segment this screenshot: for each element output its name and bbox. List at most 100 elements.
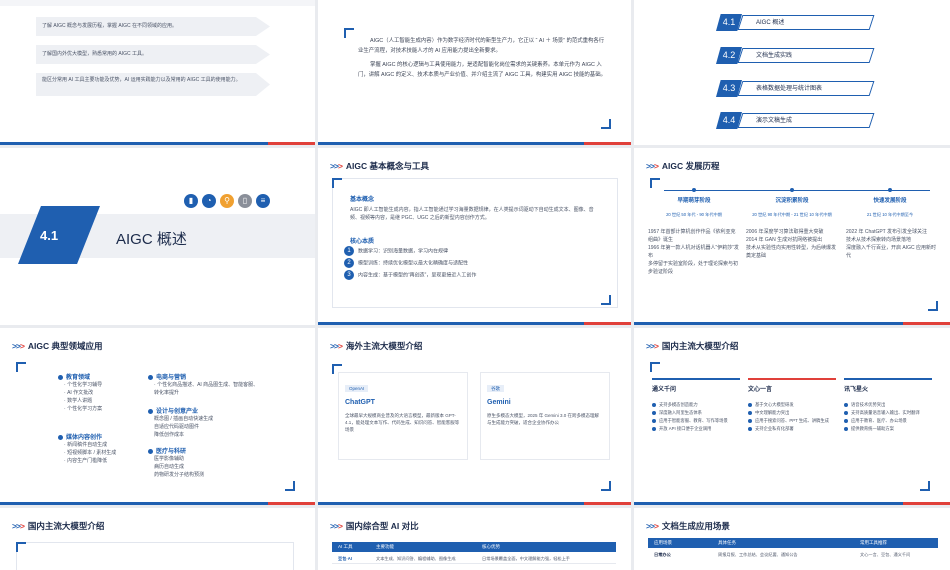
section-title: AIGC 概述	[116, 231, 187, 248]
slide-title: >>> 海外主流大模型介绍	[330, 341, 423, 351]
concept-text: AIGC 即人工智能生成内容，指人工智能通过学习海量数据规律，在人类提示词驱动下…	[350, 207, 594, 221]
footer-bars	[318, 502, 631, 505]
timeline-dot	[790, 188, 794, 192]
model-card[interactable]: 谷歌 Gemini 原生多模态大模型，2025 年 Gemini 3.0 在跨多…	[480, 372, 610, 460]
slide-title: >>> 国内主流大模型介绍	[12, 521, 105, 531]
model-card[interactable]: OpenAI ChatGPT 全球最早大规模商业普及的大语言模型，最新版本 GP…	[338, 372, 468, 460]
intro-paragraph-2: 掌握 AIGC 的核心逻辑与工具使用能力，是适配智能化岗位需求的关键素养。本单元…	[358, 62, 606, 78]
stage-name: 早期萌芽阶段	[677, 198, 711, 204]
stage-years: 21 世纪 10 年代中期至今	[866, 212, 914, 217]
toc-label: 表格数据处理与统计图表	[756, 86, 823, 92]
slide-contents[interactable]: 4.1 AIGC 概述 4.2 文档生成实践 4.3 表格数据处理与统计图表 4…	[634, 0, 950, 145]
slide-objectives[interactable]: 了解 AIGC 概念与发展历程，掌握 AIGC 在不同领域的应用。 了解国内外优…	[0, 0, 315, 145]
corner-decoration	[920, 481, 930, 491]
slide-thumbnail-grid: 了解 AIGC 概念与发展历程，掌握 AIGC 在不同领域的应用。 了解国内外优…	[0, 0, 950, 570]
stage-details: 2006 年深度学习算法取得重大突破 2014 年 GAN 生成对抗网络被提出 技术…	[746, 229, 837, 259]
table-header: AI 工具 主要功能 核心优势	[332, 542, 616, 552]
model-column: 文心一言 基于文心大模型研发 中文理解能力突出 应用于搜索问答、PPT 生成、讲稿生…	[748, 378, 836, 433]
slide-overseas-models[interactable]: >>> 海外主流大模型介绍 OpenAI ChatGPT 全球最早大规模商业普及的…	[318, 328, 631, 505]
slide-title: >>> AIGC 基本概念与工具	[330, 161, 430, 171]
core-point: 3 内容生成：基于模型的“再创造”，呈现更接近人工创作	[344, 270, 476, 280]
concept-heading: 基本概念	[350, 197, 375, 203]
model-description: 全球最早大规模商业普及的大语言模型，最新版本 GPT-4.1，能处理文本写作、代…	[345, 413, 460, 432]
stage-name: 快速发展阶段	[873, 198, 907, 204]
corner-decoration	[601, 295, 611, 305]
timeline-dot	[888, 188, 892, 192]
slide-basic-concept[interactable]: >>> AIGC 基本概念与工具 基本概念 AIGC 即人工智能生成内容，指人工智…	[318, 148, 631, 325]
footer-bars	[634, 322, 950, 325]
top-strip	[0, 0, 315, 6]
corner-decoration	[928, 301, 938, 311]
model-tag: 谷歌	[487, 385, 504, 392]
corner-decoration	[601, 119, 611, 129]
slide-doc-scenarios[interactable]: >>> 文档生成应用场景 应用场景 具体任务 常用工具推荐 日常办公 周报月报、工…	[634, 508, 950, 570]
pie-icon: ◔	[202, 194, 216, 208]
core-point: 2 模型训练：持续优化模型以最大化精确度与适配性	[344, 258, 468, 268]
table-row: 日常办公 周报月报、工作总结、会议纪要、通知公告 文心一言、豆包、通义千问	[654, 552, 911, 557]
objective-row: 能区分常用 AI 工具主要功能及优势，AI 运用实践能力以及常用的 AIGC 工…	[36, 73, 270, 96]
corner-decoration	[16, 542, 26, 552]
section-icon-row: ▮ ◔ ⚲ ▯ ≡	[184, 194, 270, 208]
stage-years: 20 世纪 90 年代中期 - 21 世纪 10 年代中期	[752, 212, 832, 217]
stage: 早期萌芽阶段 20 世纪 50 年代 - 90 年代中期	[644, 188, 744, 218]
list-icon: ≡	[256, 194, 270, 208]
slide-introduction[interactable]: AIGC（人工智能生成内容）作为数字经济时代的新型生产力，它正以 “ AI ＋ …	[318, 0, 631, 145]
chart-icon: ▮	[184, 194, 198, 208]
stage-details: 1957 年首部计算机创作作品《依利亚克组曲》诞生 1966 年第一款人机对话机器…	[648, 229, 739, 275]
stage-details: 2022 年 ChatGPT 发布引发全球关注 技术从技术探索转向场景落地 深度融入…	[846, 229, 937, 259]
document-icon: ▯	[238, 194, 252, 208]
corner-decoration	[16, 362, 26, 372]
slide-domestic-models-2[interactable]: >>> 国内主流大模型介绍	[0, 508, 315, 570]
model-column: 通义千问 支持多模态创造能力 深度融入阿里生态体系 应用于智能客服、教育、写作等场景…	[652, 378, 740, 433]
application-group: 教育领域 · 个性化学习辅导 · AI 作文批改 · 数学人讲题 · 个性化学习方案	[58, 372, 148, 413]
objective-row: 了解国内外优大模型，熟悉常用的 AIGC 工具。	[36, 45, 270, 64]
corner-decoration	[650, 362, 660, 372]
core-heading: 核心本质	[350, 239, 375, 245]
footer-bars	[0, 502, 315, 505]
model-name: ChatGPT	[345, 399, 375, 406]
model-description: 原生多模态大模型，2025 年 Gemini 3.0 在跨多模态理解与生成能力突…	[487, 413, 600, 425]
corner-decoration	[332, 178, 342, 188]
footer-bars	[318, 142, 631, 145]
toc-label: AIGC 概述	[756, 20, 785, 26]
content-card	[16, 542, 294, 570]
toc-label: 文档生成实践	[756, 53, 793, 59]
slide-ai-comparison[interactable]: >>> 国内综合型 AI 对比 AI 工具 主要功能 核心优势 豆包·AI 文本生…	[318, 508, 631, 570]
footer-bars	[634, 502, 950, 505]
core-point: 1 数据学习：识别海量数据，学习内在规律	[344, 246, 448, 256]
corner-decoration	[344, 28, 354, 38]
stage-years: 20 世纪 50 年代 - 90 年代中期	[666, 212, 722, 217]
table-header: 应用场景 具体任务 常用工具推荐	[648, 538, 938, 548]
application-group: 医疗与科研 医学影像辅助 病历自动生成 药物研发分子结构预测	[148, 446, 260, 479]
model-tag: OpenAI	[345, 385, 369, 392]
corner-decoration	[650, 178, 660, 188]
intro-paragraph-1: AIGC（人工智能生成内容）作为数字经济时代的新型生产力，它正以 “ AI ＋ …	[358, 38, 605, 54]
slide-applications[interactable]: >>> AIGC 典型领域应用 教育领域 · 个性化学习辅导 · AI 作文批改 · …	[0, 328, 315, 505]
slide-title: >>> 文档生成应用场景	[646, 521, 730, 531]
slide-domestic-models[interactable]: >>> 国内主流大模型介绍 通义千问 支持多模态创造能力 深度融入阿里生态体系 应用于…	[634, 328, 950, 505]
model-column: 讯飞星火 语音技术优势突出 支持高质量语音输入输出、实时翻译 应用于教育、医疗、办公…	[844, 378, 932, 433]
search-icon: ⚲	[220, 194, 234, 208]
objective-text: 能区分常用 AI 工具主要功能及优势，AI 运用实践能力以及常用的 AIGC 工…	[42, 77, 241, 83]
slide-title: >>> 国内综合型 AI 对比	[330, 521, 419, 531]
application-group: 媒体内容创作 · 新闻稿件自动生成 · 短视频脚本 / 素材生成 · 内容生产门槛降…	[58, 432, 148, 465]
table-row: 豆包·AI 文本生成、知识问答、编程辅助、图像生成 日常场景覆盖全面，中文理解能…	[332, 554, 616, 564]
corner-decoration	[285, 481, 295, 491]
slide-history[interactable]: >>> AIGC 发展历程 早期萌芽阶段 20 世纪 50 年代 - 90 年代中…	[634, 148, 950, 325]
slide-section-title[interactable]: 4.1 AIGC 概述 ▮ ◔ ⚲ ▯ ≡	[0, 148, 315, 325]
toc-label: 演示文稿生成	[756, 118, 793, 124]
application-group: 设计与创意产业 概念图 / 插画自动快速生成 自适应代码驱动图件 降低创作成本	[148, 406, 260, 439]
application-group: 电商与营销 · 个性化商品描述、AI 商品图生成、智能客服、转化率提升	[148, 372, 260, 397]
corner-decoration	[601, 481, 611, 491]
objective-text: 了解国内外优大模型，熟悉常用的 AIGC 工具。	[42, 51, 148, 57]
section-number: 4.1	[40, 228, 59, 243]
slide-title: >>> AIGC 典型领域应用	[12, 341, 103, 351]
slide-title: >>> 国内主流大模型介绍	[646, 341, 739, 351]
footer-bars	[0, 142, 315, 145]
model-name: Gemini	[487, 399, 511, 406]
concept-card	[332, 178, 618, 308]
timeline-dot	[692, 188, 696, 192]
stage-name: 沉淀积累阶段	[775, 198, 809, 204]
stage: 快速发展阶段 21 世纪 10 年代中期至今	[840, 188, 940, 218]
footer-bars	[318, 322, 631, 325]
